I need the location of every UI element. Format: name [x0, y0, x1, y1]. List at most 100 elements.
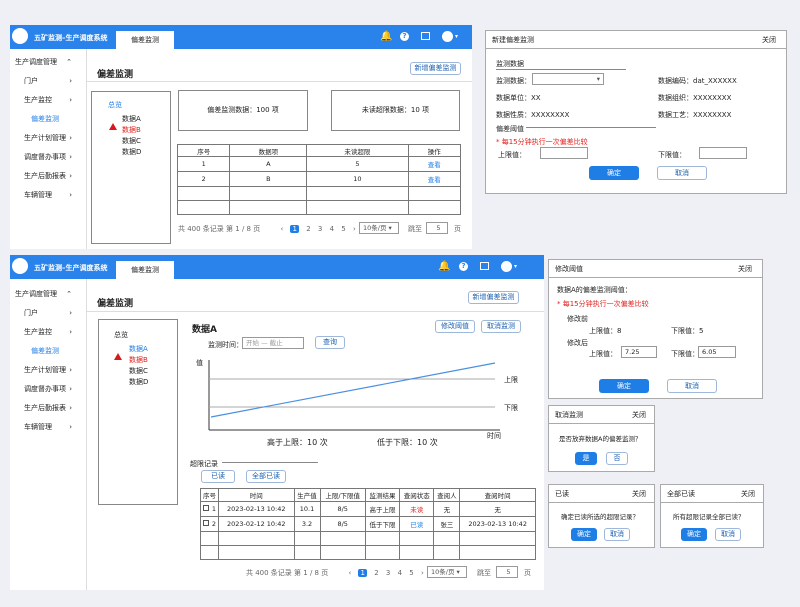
confirm-button[interactable]: 确定: [599, 379, 649, 393]
upper-input[interactable]: 7.25: [621, 346, 657, 358]
new-monitor-button[interactable]: 新增偏差监测: [468, 291, 519, 304]
bell-icon[interactable]: 🔔: [380, 31, 392, 42]
cancel-button[interactable]: 取消: [715, 528, 741, 541]
dialog-header: 已读 关闭: [549, 485, 654, 503]
upper-input[interactable]: [540, 147, 588, 159]
page-3[interactable]: 3: [318, 225, 322, 233]
next-icon[interactable]: ›: [353, 225, 356, 233]
sidebar-item-vehicle[interactable]: 车辆管理 ›: [10, 186, 86, 205]
page-4[interactable]: 4: [398, 569, 402, 577]
confirm-button[interactable]: 确定: [681, 528, 707, 541]
tab-deviation[interactable]: 偏差监测: [116, 261, 174, 279]
sidebar-item-logistics[interactable]: 生产后勤报表 ›: [10, 167, 86, 186]
sidebar-item-deviation[interactable]: 偏差监测: [10, 110, 86, 129]
sidebar-item-vehicle[interactable]: 车辆管理 ›: [10, 418, 86, 437]
table-row: [176, 200, 461, 215]
tree-item-d[interactable]: 数据D: [122, 147, 141, 157]
view-link[interactable]: 查看: [407, 156, 461, 172]
goto-input[interactable]: 5: [426, 222, 448, 234]
page-1[interactable]: 1: [358, 569, 367, 577]
chevron-down-icon[interactable]: ▾: [455, 33, 458, 40]
app-logo: [12, 258, 28, 274]
page-1[interactable]: 1: [290, 225, 299, 233]
sidebar-item-plan[interactable]: 生产计划管理 ›: [10, 361, 86, 380]
sidebar-item-monitor[interactable]: 生产监控 ›: [10, 91, 86, 110]
dialog-title: 全部已读: [667, 490, 695, 498]
overview-link[interactable]: 总览: [108, 100, 122, 110]
confirm-button[interactable]: 确定: [571, 528, 597, 541]
cancel-button[interactable]: 取消: [667, 379, 717, 393]
edit-icon[interactable]: [421, 32, 430, 40]
help-icon[interactable]: ?: [400, 32, 409, 41]
new-monitor-button[interactable]: 新增偏差监测: [410, 62, 461, 75]
overview-link[interactable]: 总览: [114, 330, 128, 340]
app-title: 五矿监测–生产调度系统: [34, 264, 108, 272]
row-checkbox[interactable]: [202, 505, 209, 511]
cancel-button[interactable]: 取消: [657, 166, 707, 180]
cancel-button[interactable]: 取消: [604, 528, 630, 541]
tree-item-b[interactable]: 数据B: [122, 125, 141, 135]
sidebar-item-plan[interactable]: 生产计划管理 ›: [10, 129, 86, 148]
time-label: 监测时间：: [208, 341, 243, 349]
tab-deviation[interactable]: 偏差监测: [116, 31, 174, 49]
sidebar-item-monitor[interactable]: 生产监控 ›: [10, 323, 86, 342]
view-link[interactable]: 查看: [407, 171, 461, 187]
tree-item-a[interactable]: 数据A: [122, 114, 141, 124]
avatar[interactable]: [501, 261, 512, 272]
page-5[interactable]: 5: [341, 225, 345, 233]
query-button[interactable]: 查询: [315, 336, 345, 349]
close-button[interactable]: 关闭: [632, 485, 646, 503]
avatar[interactable]: [442, 31, 453, 42]
sidebar-item-portal[interactable]: 门户 ›: [10, 72, 86, 91]
tree-item-c[interactable]: 数据C: [122, 136, 141, 146]
close-button[interactable]: 关闭: [762, 31, 776, 49]
no-button[interactable]: 否: [606, 452, 628, 465]
read-button[interactable]: 已读: [201, 470, 235, 483]
time-range-input[interactable]: 开始 — 截止: [242, 337, 304, 349]
page-size-select[interactable]: 10条/页 ▾: [359, 222, 399, 234]
sidebar-item-supervise[interactable]: 调度督办事项 ›: [10, 148, 86, 167]
table-header: 序号 数据项 未读超限 操作: [176, 144, 461, 157]
edit-icon[interactable]: [480, 262, 489, 270]
close-button[interactable]: 关闭: [741, 485, 755, 503]
prev-icon[interactable]: ‹: [348, 569, 351, 577]
next-icon[interactable]: ›: [421, 569, 424, 577]
confirm-button[interactable]: 确定: [589, 166, 639, 180]
page-size-select[interactable]: 10条/页 ▾: [427, 566, 467, 578]
data-select[interactable]: ▾: [532, 73, 604, 85]
cancel-monitor-button[interactable]: 取消监测: [481, 320, 521, 333]
edit-threshold-button[interactable]: 修改阈值: [435, 320, 475, 333]
after-upper-label: 上限值：: [589, 350, 617, 358]
page-2[interactable]: 2: [306, 225, 310, 233]
page-4[interactable]: 4: [330, 225, 334, 233]
bell-icon[interactable]: 🔔: [438, 261, 450, 272]
goto-input[interactable]: 5: [496, 566, 518, 578]
lower-input[interactable]: [699, 147, 747, 159]
page-2[interactable]: 2: [374, 569, 378, 577]
lower-input[interactable]: 6.05: [698, 346, 736, 358]
tree-item-d[interactable]: 数据D: [129, 377, 148, 387]
tree-item-a[interactable]: 数据A: [129, 344, 148, 354]
row-checkbox[interactable]: [202, 520, 209, 526]
help-icon[interactable]: ?: [459, 262, 468, 271]
close-button[interactable]: 关闭: [738, 260, 752, 278]
sidebar-divider: [86, 279, 87, 590]
sidebar-item-supervise[interactable]: 调度督办事项 ›: [10, 380, 86, 399]
sidebar-item-prod-sched[interactable]: 生产调度管理 ⌃: [10, 285, 86, 304]
sidebar-item-portal[interactable]: 门户 ›: [10, 304, 86, 323]
page-3[interactable]: 3: [386, 569, 390, 577]
prev-icon[interactable]: ‹: [280, 225, 283, 233]
read-all-button[interactable]: 全部已读: [246, 470, 286, 483]
header-divider: [87, 311, 544, 312]
page-total: 共 400 条记录 第 1 / 8 页: [246, 569, 329, 577]
tree-item-b[interactable]: 数据B: [129, 355, 148, 365]
chevron-down-icon[interactable]: ▾: [514, 263, 517, 270]
after-lower-label: 下限值：: [671, 350, 699, 358]
sidebar-item-logistics[interactable]: 生产后勤报表 ›: [10, 399, 86, 418]
page-5[interactable]: 5: [409, 569, 413, 577]
close-button[interactable]: 关闭: [632, 406, 646, 424]
sidebar-item-prod-sched[interactable]: 生产调度管理 ⌃: [10, 53, 86, 72]
tree-item-c[interactable]: 数据C: [129, 366, 148, 376]
sidebar-item-deviation[interactable]: 偏差监测: [10, 342, 86, 361]
yes-button[interactable]: 是: [575, 452, 597, 465]
